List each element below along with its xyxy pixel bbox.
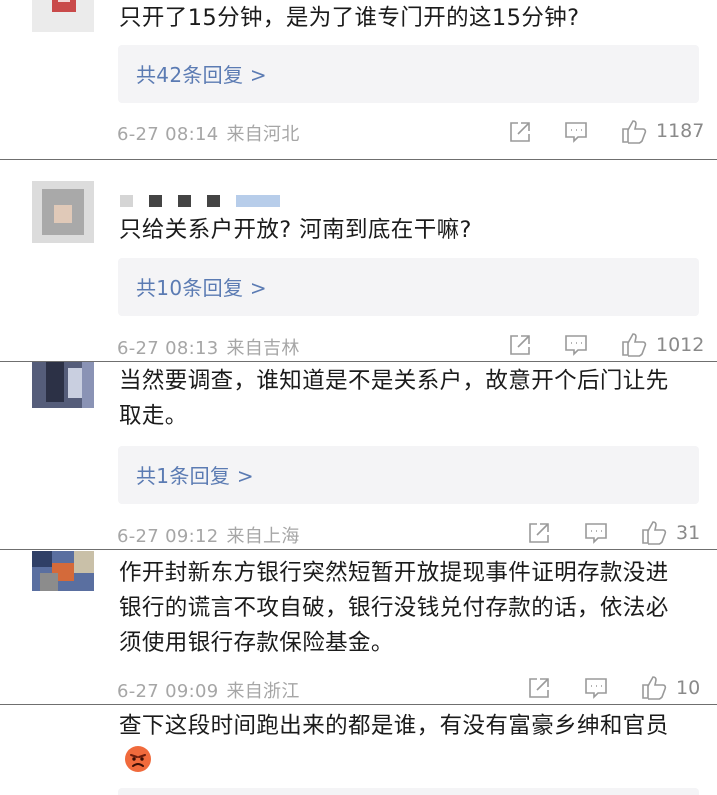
comment-meta: 6-27 09:09 来自浙江 (117, 677, 300, 703)
view-replies-button[interactable]: 共42条回复 > (118, 45, 699, 103)
comment-meta: 6-27 08:14 来自河北 (117, 120, 300, 146)
location: 来自浙江 (226, 681, 300, 702)
avatar[interactable] (32, 551, 94, 591)
like-icon[interactable] (620, 117, 648, 145)
comment-meta: 6-27 08:13 来自吉林 (117, 334, 300, 360)
comment-text-content: 查下这段时间跑出来的都是谁，有没有富豪乡绅和官员 (119, 713, 669, 739)
divider (0, 361, 717, 362)
like-count: 1012 (656, 334, 705, 356)
like-icon[interactable] (640, 518, 668, 546)
replies-label: 共42条回复 > (136, 63, 267, 87)
comment-icon[interactable] (583, 520, 609, 546)
view-replies-button[interactable] (118, 788, 699, 795)
view-replies-button[interactable]: 共1条回复 > (118, 446, 699, 504)
share-icon[interactable] (507, 332, 533, 358)
like-icon[interactable] (620, 330, 648, 358)
comment-icon[interactable] (563, 332, 589, 358)
replies-label: 共10条回复 > (136, 276, 267, 300)
timestamp: 6-27 08:13 (117, 338, 219, 359)
replies-label: 共1条回复 > (136, 464, 254, 488)
like-count: 31 (676, 522, 701, 544)
comment-text: 作开封新东方银行突然短暂开放提现事件证明存款没进银行的谎言不攻自破，银行没钱兑付… (119, 560, 669, 656)
like-icon[interactable] (640, 673, 668, 701)
divider (0, 704, 717, 705)
divider (0, 159, 717, 160)
timestamp: 6-27 09:09 (117, 681, 219, 702)
angry-face-emoji (125, 746, 151, 772)
comment-icon[interactable] (563, 119, 589, 145)
share-icon[interactable] (526, 675, 552, 701)
share-icon[interactable] (507, 119, 533, 145)
username-redacted[interactable] (120, 195, 296, 207)
comment-text: 当然要调查，谁知道是不是关系户，故意开个后门让先取走。 (119, 368, 669, 429)
comment-text: 查下这段时间跑出来的都是谁，有没有富豪乡绅和官员 (119, 709, 677, 779)
comment-meta: 6-27 09:12 来自上海 (117, 522, 300, 548)
comment-text: 只给关系户开放? 河南到底在干嘛? (119, 217, 472, 243)
like-count: 10 (676, 677, 701, 699)
divider (0, 549, 717, 550)
avatar[interactable] (32, 362, 94, 408)
avatar[interactable] (32, 0, 94, 32)
like-count: 1187 (656, 120, 705, 142)
comment-text: 只开了15分钟，是为了谁专门开的这15分钟? (119, 5, 580, 31)
avatar[interactable] (32, 181, 94, 243)
location: 来自吉林 (226, 338, 300, 359)
location: 来自上海 (226, 526, 300, 547)
view-replies-button[interactable]: 共10条回复 > (118, 258, 699, 316)
location: 来自河北 (226, 124, 300, 145)
share-icon[interactable] (526, 520, 552, 546)
comment-icon[interactable] (583, 675, 609, 701)
timestamp: 6-27 08:14 (117, 124, 219, 145)
timestamp: 6-27 09:12 (117, 526, 219, 547)
